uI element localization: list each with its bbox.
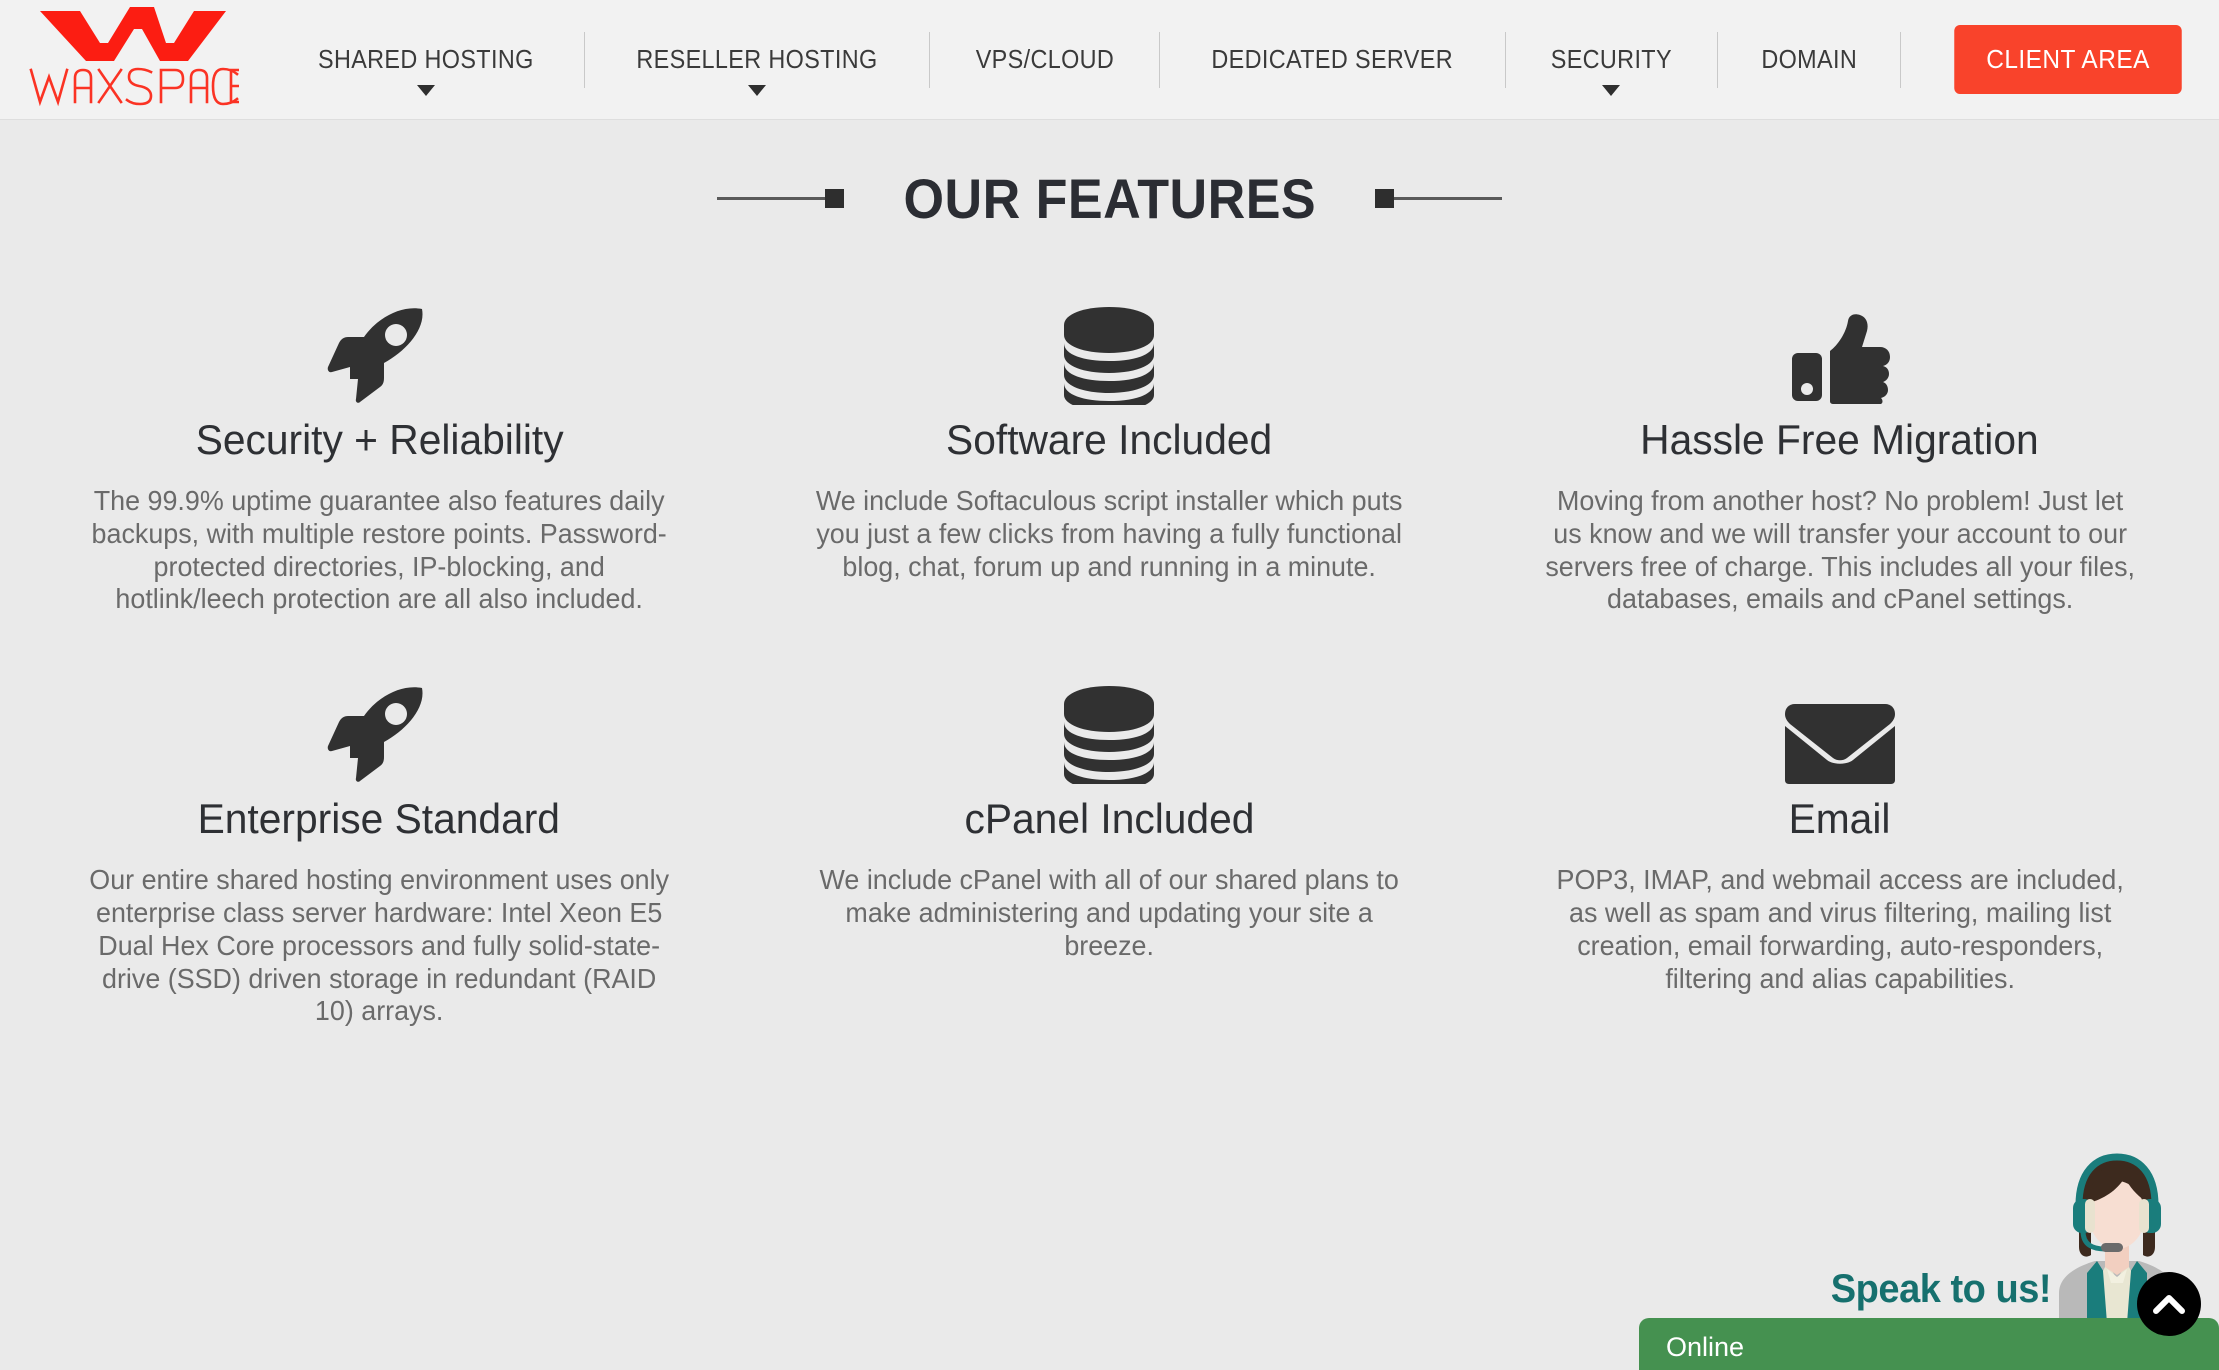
- feature-description: POP3, IMAP, and webmail access are inclu…: [1556, 864, 2124, 994]
- nav-item-label: SHARED HOSTING: [317, 44, 534, 74]
- nav-item-reseller-hosting[interactable]: RESELLER HOSTING: [583, 31, 929, 96]
- nav-item-domain[interactable]: DOMAIN: [1716, 31, 1900, 88]
- site-header: SHARED HOSTING RESELLER HOSTING VPS/CLOU…: [0, 0, 2219, 120]
- feature-title: cPanel Included: [964, 795, 1255, 843]
- chevron-down-icon: [416, 84, 435, 96]
- feature-title: Hassle Free Migration: [1640, 416, 2040, 463]
- nav-item-label: RESELLER HOSTING: [636, 44, 878, 74]
- envelope-icon: [1784, 672, 1895, 785]
- database-stack-icon: [1060, 293, 1158, 405]
- speak-to-us-prompt[interactable]: Speak to us!: [1831, 1267, 2052, 1312]
- feature-description: Our entire shared hosting environment us…: [89, 864, 670, 1027]
- nav-item-dedicated-server[interactable]: DEDICATED SERVER: [1159, 31, 1504, 88]
- feature-card: Security + Reliability The 99.9% uptime …: [14, 293, 744, 616]
- features-section: OUR FEATURES Security + Reliability The …: [0, 120, 2219, 1028]
- feature-title: Enterprise Standard: [197, 795, 561, 843]
- nav-item-security[interactable]: SECURITY: [1504, 31, 1717, 96]
- client-area-button[interactable]: CLIENT AREA: [1954, 25, 2182, 94]
- database-stack-icon: [1060, 672, 1158, 785]
- main-navigation: SHARED HOSTING RESELLER HOSTING VPS/CLOU…: [268, 0, 1901, 119]
- feature-title: Security + Reliability: [195, 416, 564, 463]
- rocket-icon: [326, 293, 432, 405]
- nav-item-label: DEDICATED SERVER: [1211, 44, 1454, 74]
- thumbs-up-icon: [1790, 293, 1890, 405]
- feature-title: Software Included: [946, 416, 1273, 463]
- heading-rule-right-icon: [1375, 189, 1503, 208]
- feature-description: We include cPanel with all of our shared…: [819, 864, 1400, 961]
- waxspace-w-mark-icon: [38, 5, 228, 68]
- nav-item-shared-hosting[interactable]: SHARED HOSTING: [268, 32, 584, 96]
- rocket-icon: [326, 672, 432, 784]
- feature-description: The 99.9% uptime guarantee also features…: [91, 485, 667, 615]
- brand-wordmark: [27, 64, 251, 115]
- feature-title: Email: [1788, 795, 1891, 843]
- feature-description: We include Softaculous script installer …: [816, 485, 1403, 582]
- scroll-to-top-button[interactable]: [2137, 1272, 2201, 1336]
- feature-card: Enterprise Standard Our entire shared ho…: [14, 672, 744, 1028]
- feature-description: Moving from another host? No problem! Ju…: [1545, 485, 2135, 615]
- feature-card: Email POP3, IMAP, and webmail access are…: [1475, 672, 2205, 1028]
- section-heading: OUR FEATURES: [0, 166, 2219, 231]
- feature-card: Software Included We include Softaculous…: [744, 293, 1474, 616]
- live-chat-widget: Speak to us! Online: [1639, 1120, 2219, 1370]
- nav-item-label: DOMAIN: [1760, 44, 1857, 74]
- heading-rule-left-icon: [716, 189, 844, 208]
- chat-status-bar[interactable]: Online: [1639, 1318, 2219, 1370]
- nav-divider: [1899, 31, 1901, 88]
- nav-item-label: VPS/CLOUD: [975, 44, 1114, 74]
- chevron-down-icon: [1602, 84, 1621, 96]
- feature-card: Hassle Free Migration Moving from anothe…: [1475, 293, 2205, 616]
- nav-item-vps-cloud[interactable]: VPS/CLOUD: [928, 31, 1160, 88]
- feature-grid: Security + Reliability The 99.9% uptime …: [0, 293, 2219, 1028]
- page-title: OUR FEATURES: [903, 167, 1316, 230]
- brand-logo[interactable]: [8, 5, 258, 115]
- feature-card: cPanel Included We include cPanel with a…: [744, 672, 1474, 1028]
- nav-item-label: SECURITY: [1550, 44, 1672, 74]
- chevron-up-icon: [2153, 1295, 2185, 1314]
- chevron-down-icon: [747, 84, 766, 96]
- status-badge: Online: [1666, 1331, 1745, 1362]
